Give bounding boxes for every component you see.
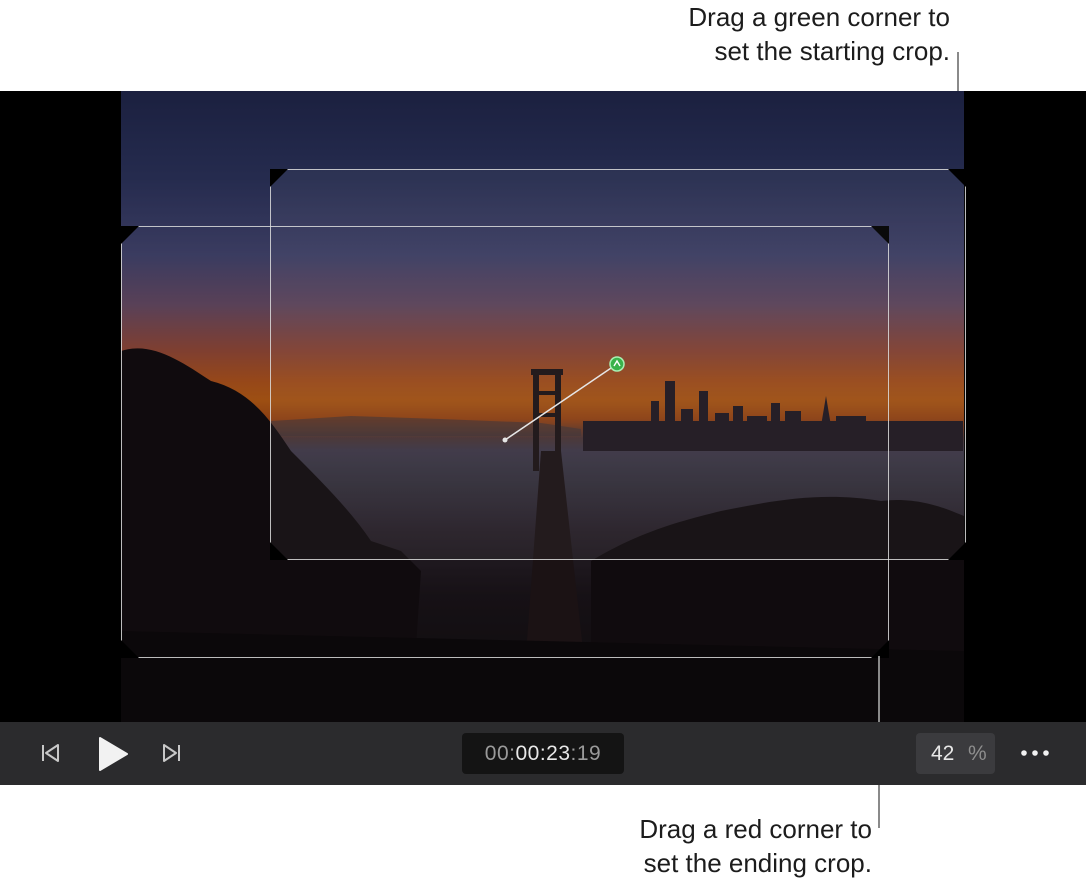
- timecode-display: 00:00:23:19: [462, 733, 624, 774]
- video-viewer[interactable]: [0, 91, 1086, 722]
- path-end-handle[interactable]: [609, 356, 625, 372]
- crop-motion-path: [502, 356, 625, 443]
- timecode-minutes-seconds: 00:23: [515, 742, 571, 765]
- skip-back-icon[interactable]: [40, 742, 62, 764]
- transport-bar: 00:00:23:19 42 %: [0, 722, 1086, 785]
- more-icon[interactable]: [1020, 742, 1050, 764]
- timecode-frames: 19: [576, 742, 602, 765]
- callout-top-line1: Drag a green corner to: [688, 2, 950, 32]
- callout-top-line2: set the starting crop.: [714, 36, 950, 66]
- zoom-level-field[interactable]: 42 %: [916, 733, 995, 774]
- path-start-point: [502, 437, 508, 443]
- play-icon[interactable]: [96, 736, 130, 772]
- timecode-hours: 00:: [484, 742, 516, 765]
- skip-forward-icon[interactable]: [160, 742, 182, 764]
- callout-starting-crop: Drag a green corner to set the starting …: [688, 0, 950, 68]
- zoom-level-unit: %: [968, 742, 987, 765]
- callout-ending-crop: Drag a red corner to set the ending crop…: [639, 812, 872, 880]
- callout-bottom-line2: set the ending crop.: [643, 848, 872, 878]
- zoom-level-value: 42: [931, 742, 955, 765]
- callout-bottom-line1: Drag a red corner to: [639, 814, 872, 844]
